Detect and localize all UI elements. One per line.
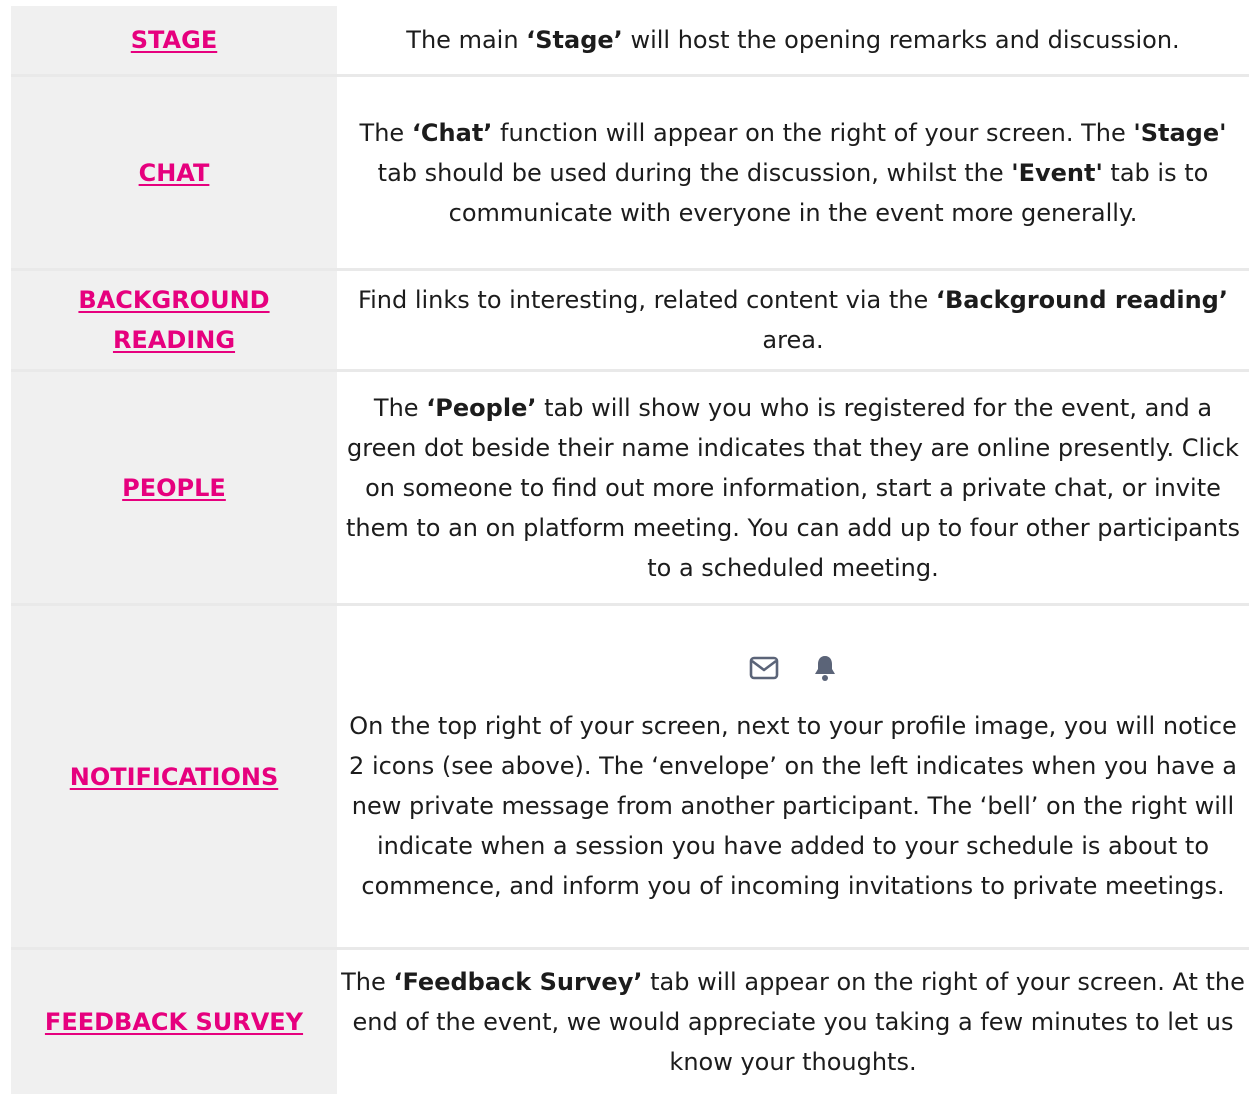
label-cell: STAGE	[11, 6, 337, 74]
feedback-survey-description: The ‘Feedback Survey’ tab will appear on…	[341, 968, 1245, 1076]
envelope-icon	[749, 656, 779, 680]
table-row-notifications: NOTIFICATIONS On the top right of your s…	[11, 603, 1249, 947]
bell-icon	[813, 654, 837, 682]
background-reading-link[interactable]: BACKGROUND READING	[21, 280, 327, 360]
stage-link[interactable]: STAGE	[131, 20, 217, 60]
description-cell: The ‘Chat’ function will appear on the r…	[337, 77, 1249, 268]
info-table: STAGE The main ‘Stage’ will host the ope…	[11, 6, 1249, 1094]
notifications-link[interactable]: NOTIFICATIONS	[70, 757, 279, 797]
chat-link[interactable]: CHAT	[139, 153, 210, 193]
table-row-stage: STAGE The main ‘Stage’ will host the ope…	[11, 6, 1249, 74]
label-cell: NOTIFICATIONS	[11, 606, 337, 947]
description-cell: The ‘People’ tab will show you who is re…	[337, 372, 1249, 603]
table-row-feedback-survey: FEEDBACK SURVEY The ‘Feedback Survey’ ta…	[11, 947, 1249, 1094]
people-link[interactable]: PEOPLE	[122, 468, 226, 508]
label-cell: PEOPLE	[11, 372, 337, 603]
description-cell: The main ‘Stage’ will host the opening r…	[337, 6, 1249, 74]
table-row-chat: CHAT The ‘Chat’ function will appear on …	[11, 74, 1249, 268]
table-row-people: PEOPLE The ‘People’ tab will show you wh…	[11, 369, 1249, 603]
stage-description: The main ‘Stage’ will host the opening r…	[406, 26, 1180, 54]
description-cell: On the top right of your screen, next to…	[337, 606, 1249, 947]
background-reading-description: Find links to interesting, related conte…	[358, 286, 1228, 354]
notifications-description: On the top right of your screen, next to…	[349, 711, 1237, 900]
label-cell: FEEDBACK SURVEY	[11, 950, 337, 1094]
table-row-background-reading: BACKGROUND READING Find links to interes…	[11, 268, 1249, 369]
feedback-survey-link[interactable]: FEEDBACK SURVEY	[45, 1002, 303, 1042]
description-cell: Find links to interesting, related conte…	[337, 271, 1249, 369]
people-description: The ‘People’ tab will show you who is re…	[345, 393, 1241, 582]
notification-icons	[749, 648, 837, 688]
chat-description: The ‘Chat’ function will appear on the r…	[359, 118, 1227, 227]
description-cell: The ‘Feedback Survey’ tab will appear on…	[337, 950, 1249, 1094]
label-cell: BACKGROUND READING	[11, 271, 337, 369]
label-cell: CHAT	[11, 77, 337, 268]
